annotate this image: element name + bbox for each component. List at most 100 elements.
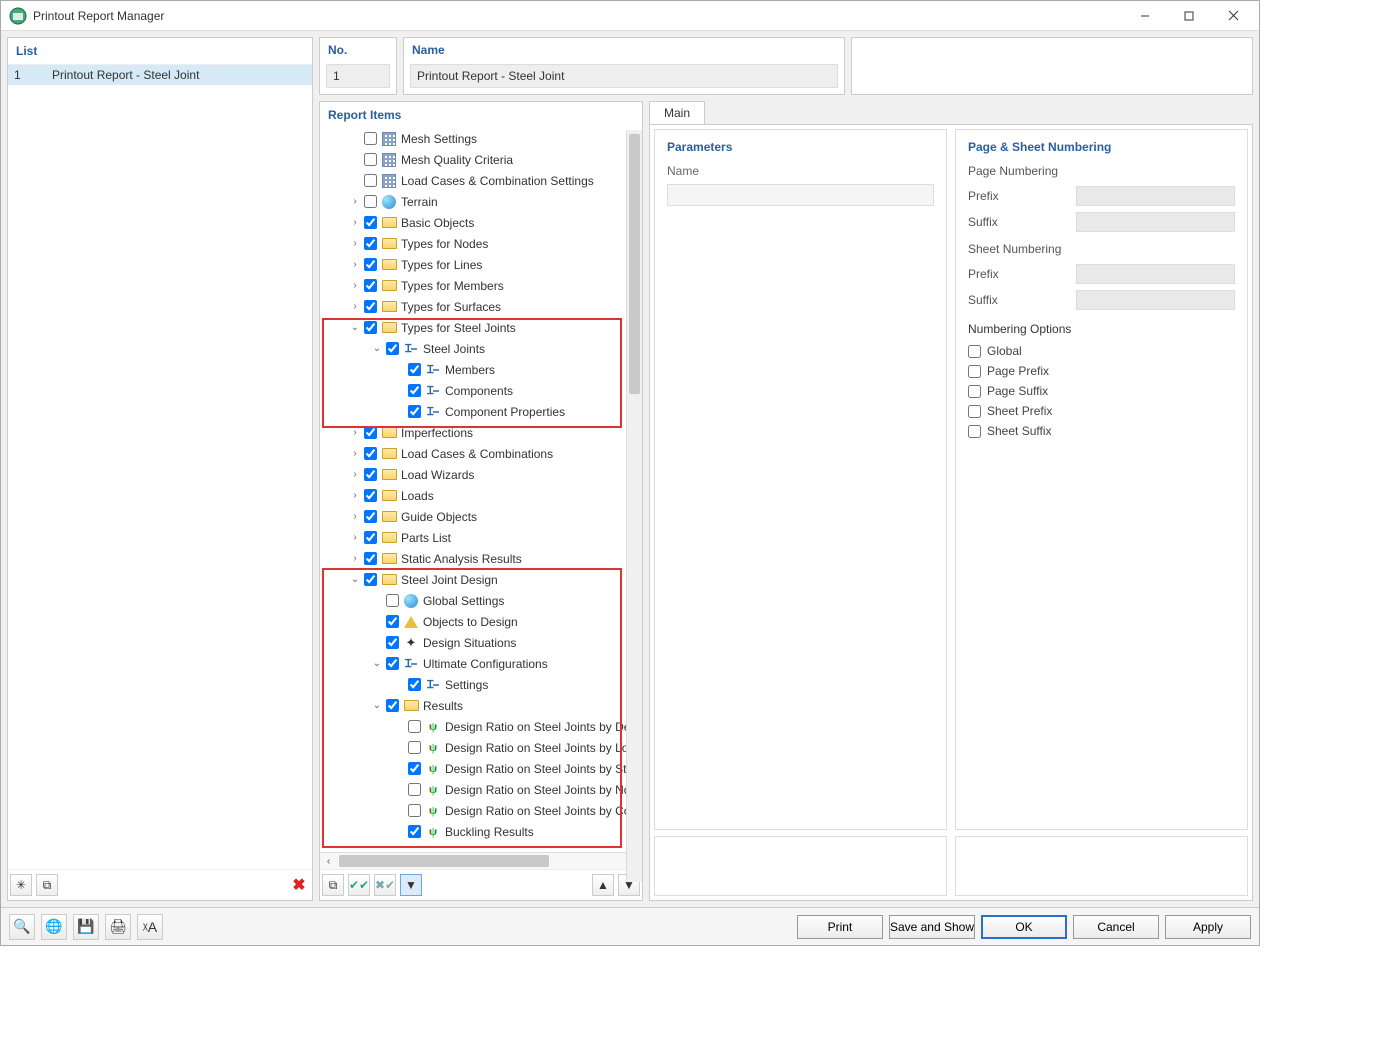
tree-item[interactable]: ›Types for Nodes bbox=[320, 233, 642, 254]
tree-checkbox[interactable] bbox=[408, 363, 421, 376]
minimize-button[interactable] bbox=[1123, 2, 1167, 30]
expander-icon[interactable]: ⌄ bbox=[370, 343, 384, 354]
tree-checkbox[interactable] bbox=[408, 678, 421, 691]
tree-item[interactable]: ψDesign Ratio on Steel Joints by No bbox=[320, 779, 642, 800]
filter-icon[interactable]: ▼ bbox=[400, 874, 422, 896]
expander-icon[interactable]: › bbox=[348, 469, 362, 480]
duplicate-report-icon[interactable]: ⧉ bbox=[36, 874, 58, 896]
numbering-option[interactable]: Page Suffix bbox=[968, 384, 1235, 398]
tree-item[interactable]: ψDesign Ratio on Steel Joints by Loa bbox=[320, 737, 642, 758]
tree-checkbox[interactable] bbox=[364, 279, 377, 292]
tree-checkbox[interactable] bbox=[408, 762, 421, 775]
option-checkbox[interactable] bbox=[968, 405, 981, 418]
help-icon[interactable]: 🔍 bbox=[9, 914, 35, 940]
tree-checkbox[interactable] bbox=[408, 825, 421, 838]
tree-checkbox[interactable] bbox=[364, 300, 377, 313]
tree-horizontal-scrollbar[interactable]: ‹ › bbox=[320, 852, 642, 869]
new-report-icon[interactable]: ✳ bbox=[10, 874, 32, 896]
expander-icon[interactable]: › bbox=[348, 259, 362, 270]
tree-item[interactable]: ψDesign Ratio on Steel Joints by Des bbox=[320, 716, 642, 737]
close-button[interactable] bbox=[1211, 2, 1255, 30]
save-and-show-button[interactable]: Save and Show bbox=[889, 915, 975, 939]
parameters-name-input[interactable] bbox=[667, 184, 934, 206]
tree-item[interactable]: ⌄Steel Joint Design bbox=[320, 569, 642, 590]
name-value[interactable]: Printout Report - Steel Joint bbox=[410, 64, 838, 88]
expander-icon[interactable]: › bbox=[348, 280, 362, 291]
tree-checkbox[interactable] bbox=[386, 657, 399, 670]
numbering-option[interactable]: Sheet Suffix bbox=[968, 424, 1235, 438]
tree-item[interactable]: ›Loads bbox=[320, 485, 642, 506]
tree-checkbox[interactable] bbox=[364, 216, 377, 229]
tree-item[interactable]: Ɪ⎯Component Properties bbox=[320, 401, 642, 422]
tree-checkbox[interactable] bbox=[364, 510, 377, 523]
expander-icon[interactable]: › bbox=[348, 448, 362, 459]
expander-icon[interactable]: › bbox=[348, 427, 362, 438]
tab-main[interactable]: Main bbox=[649, 101, 705, 124]
tree-checkbox[interactable] bbox=[364, 426, 377, 439]
tree-item[interactable]: Ɪ⎯Settings bbox=[320, 674, 642, 695]
expander-icon[interactable]: › bbox=[348, 511, 362, 522]
tree-item[interactable]: ›Parts List bbox=[320, 527, 642, 548]
tree-item[interactable]: Mesh Settings bbox=[320, 128, 642, 149]
tree-checkbox[interactable] bbox=[364, 153, 377, 166]
expander-icon[interactable]: ⌄ bbox=[348, 322, 362, 333]
tree-item[interactable]: ›Guide Objects bbox=[320, 506, 642, 527]
page-suffix-input[interactable] bbox=[1076, 212, 1235, 232]
print-button[interactable]: Print bbox=[797, 915, 883, 939]
maximize-button[interactable] bbox=[1167, 2, 1211, 30]
tree-item[interactable]: Ɪ⎯Components bbox=[320, 380, 642, 401]
report-items-tree[interactable]: Mesh SettingsMesh Quality CriteriaLoad C… bbox=[320, 128, 642, 852]
tree-item[interactable]: Ɪ⎯Members bbox=[320, 359, 642, 380]
tree-checkbox[interactable] bbox=[364, 531, 377, 544]
sheet-prefix-input[interactable] bbox=[1076, 264, 1235, 284]
tree-checkbox[interactable] bbox=[364, 447, 377, 460]
numbering-option[interactable]: Global bbox=[968, 344, 1235, 358]
tree-item[interactable]: ›Load Cases & Combinations bbox=[320, 443, 642, 464]
ok-button[interactable]: OK bbox=[981, 915, 1067, 939]
tree-item[interactable]: ✦Design Situations bbox=[320, 632, 642, 653]
refresh-icon[interactable]: 🌐 bbox=[41, 914, 67, 940]
tree-item[interactable]: ⌄Ɪ⎯Ultimate Configurations bbox=[320, 653, 642, 674]
tree-item[interactable]: ⌄Ɪ⎯Steel Joints bbox=[320, 338, 642, 359]
save-icon[interactable]: 💾 bbox=[73, 914, 99, 940]
tree-checkbox[interactable] bbox=[408, 405, 421, 418]
tree-item[interactable]: ›Static Analysis Results bbox=[320, 548, 642, 569]
tree-checkbox[interactable] bbox=[364, 321, 377, 334]
expander-icon[interactable]: ⌄ bbox=[370, 700, 384, 711]
tree-vertical-scrollbar[interactable] bbox=[626, 130, 642, 882]
tree-checkbox[interactable] bbox=[364, 468, 377, 481]
apply-button[interactable]: Apply bbox=[1165, 915, 1251, 939]
numbering-option[interactable]: Sheet Prefix bbox=[968, 404, 1235, 418]
tree-item[interactable]: ψDesign Ratio on Steel Joints by Cor bbox=[320, 800, 642, 821]
tree-item[interactable]: ⌄Types for Steel Joints bbox=[320, 317, 642, 338]
tree-checkbox[interactable] bbox=[386, 615, 399, 628]
expander-icon[interactable]: › bbox=[348, 301, 362, 312]
expander-icon[interactable]: ⌄ bbox=[348, 574, 362, 585]
tree-checkbox[interactable] bbox=[408, 804, 421, 817]
tree-item[interactable]: ⌄Results bbox=[320, 695, 642, 716]
expand-all-icon[interactable]: ⧉ bbox=[322, 874, 344, 896]
expander-icon[interactable]: › bbox=[348, 217, 362, 228]
tree-item[interactable]: ›Types for Surfaces bbox=[320, 296, 642, 317]
tree-checkbox[interactable] bbox=[408, 720, 421, 733]
cancel-button[interactable]: Cancel bbox=[1073, 915, 1159, 939]
delete-report-icon[interactable]: ✖ bbox=[288, 874, 310, 896]
page-prefix-input[interactable] bbox=[1076, 186, 1235, 206]
language-icon[interactable]: ᵡA bbox=[137, 914, 163, 940]
expander-icon[interactable]: › bbox=[348, 553, 362, 564]
tree-checkbox[interactable] bbox=[386, 594, 399, 607]
option-checkbox[interactable] bbox=[968, 345, 981, 358]
tree-checkbox[interactable] bbox=[364, 573, 377, 586]
numbering-option[interactable]: Page Prefix bbox=[968, 364, 1235, 378]
move-up-icon[interactable]: ▲ bbox=[592, 874, 614, 896]
print-icon[interactable]: 🖨 bbox=[105, 914, 131, 940]
tree-checkbox[interactable] bbox=[364, 195, 377, 208]
tree-item[interactable]: Global Settings bbox=[320, 590, 642, 611]
tree-item[interactable]: ψBuckling Results bbox=[320, 821, 642, 842]
tree-checkbox[interactable] bbox=[364, 237, 377, 250]
option-checkbox[interactable] bbox=[968, 365, 981, 378]
tree-checkbox[interactable] bbox=[386, 636, 399, 649]
tree-item[interactable]: ›Types for Members bbox=[320, 275, 642, 296]
tree-item[interactable]: Mesh Quality Criteria bbox=[320, 149, 642, 170]
tree-checkbox[interactable] bbox=[364, 132, 377, 145]
